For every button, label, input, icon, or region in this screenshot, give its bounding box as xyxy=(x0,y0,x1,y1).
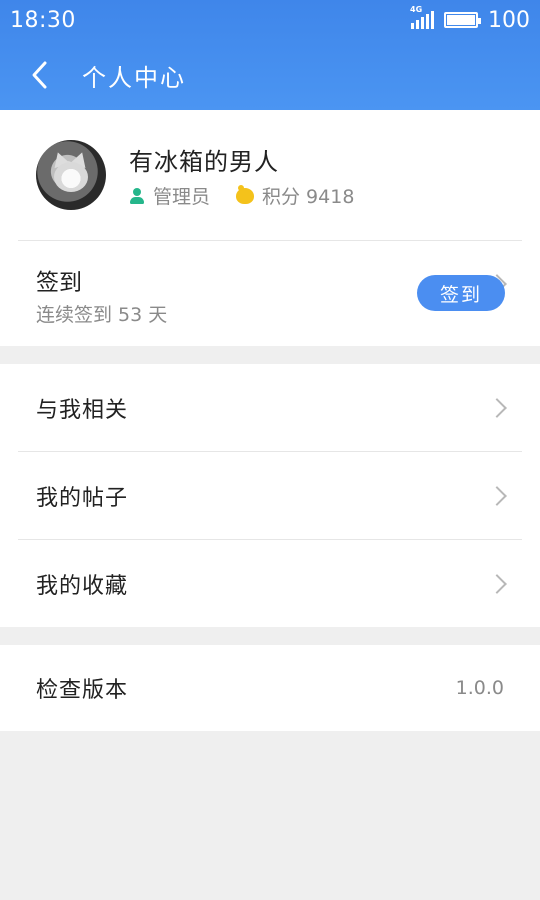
menu-card: 与我相关 我的帖子 我的收藏 xyxy=(0,364,540,627)
battery-icon xyxy=(444,12,481,28)
back-button[interactable] xyxy=(0,40,80,110)
version-value: 1.0.0 xyxy=(455,677,504,699)
battery-level: 100 xyxy=(488,7,530,33)
menu-item-my-posts[interactable]: 我的帖子 xyxy=(0,452,540,539)
person-icon xyxy=(129,187,145,204)
status-time: 18:30 xyxy=(10,7,76,33)
role-badge: 管理员 xyxy=(129,182,210,209)
points-badge: 积分 9418 xyxy=(236,182,354,209)
back-arrow-icon xyxy=(32,61,47,89)
signin-button[interactable]: 签到 xyxy=(417,275,505,311)
chevron-right-icon xyxy=(487,398,507,418)
check-version-row[interactable]: 检查版本 1.0.0 xyxy=(0,645,540,731)
chevron-right-icon xyxy=(487,486,507,506)
page-title: 个人中心 xyxy=(82,63,186,92)
menu-item-label: 我的收藏 xyxy=(36,573,129,599)
version-card: 检查版本 1.0.0 xyxy=(0,645,540,731)
points-label: 积分 9418 xyxy=(262,186,355,208)
app-header: 18:30 4G 100 个人中心 xyxy=(0,0,540,110)
network-type-label: 4G xyxy=(410,5,423,14)
menu-item-related-to-me[interactable]: 与我相关 xyxy=(0,364,540,451)
menu-item-label: 我的帖子 xyxy=(36,485,129,511)
status-bar: 18:30 4G 100 xyxy=(0,0,540,40)
menu-item-my-favorites[interactable]: 我的收藏 xyxy=(0,540,540,627)
role-label: 管理员 xyxy=(153,186,211,208)
coin-icon xyxy=(236,184,255,204)
profile-meta: 管理员 积分 9418 xyxy=(129,182,380,209)
username: 有冰箱的男人 xyxy=(129,148,279,176)
profile-row[interactable]: 有冰箱的男人 管理员 积分 9418 xyxy=(0,110,540,294)
profile-card: 有冰箱的男人 管理员 积分 9418 签到 连续签到 53 天 签到 xyxy=(0,110,540,346)
avatar xyxy=(36,140,106,210)
chevron-right-icon xyxy=(487,574,507,594)
signin-title: 签到 xyxy=(36,270,82,296)
navigation-bar: 个人中心 xyxy=(0,40,540,110)
divider xyxy=(18,240,522,241)
check-version-label: 检查版本 xyxy=(36,678,129,703)
signal-icon: 4G xyxy=(410,5,434,29)
status-icons: 4G 100 xyxy=(410,5,530,33)
menu-item-label: 与我相关 xyxy=(36,397,129,423)
signin-streak: 连续签到 53 天 xyxy=(36,304,168,326)
